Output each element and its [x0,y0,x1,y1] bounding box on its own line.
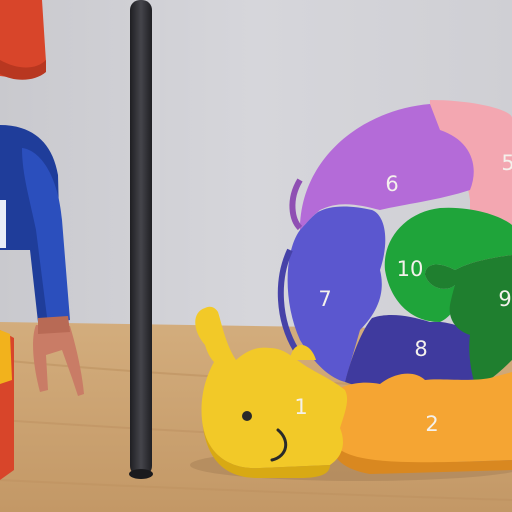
puzzle-number-6: 6 [385,172,398,196]
puzzle-number-1: 1 [294,395,307,419]
puzzle-number-7: 7 [318,287,331,311]
photo-scene: 1 2 5 6 7 8 9 10 [0,0,512,512]
scene-illustration: 1 2 5 6 7 8 9 10 [0,0,512,512]
puzzle-number-9: 9 [498,287,511,311]
puzzle-number-8: 8 [414,337,427,361]
puzzle-number-5: 5 [501,151,512,175]
snail-eye [242,411,252,421]
puzzle-number-10: 10 [397,257,424,281]
puzzle-number-2: 2 [425,412,438,436]
puzzle-piece-2 [330,372,512,465]
black-pole [130,0,152,476]
